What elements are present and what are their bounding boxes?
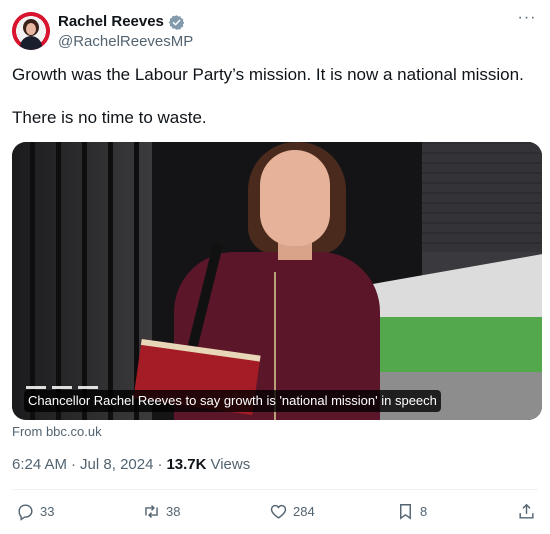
reply-count: 33 <box>40 503 55 519</box>
divider <box>12 489 538 490</box>
tweet-meta: 6:24 AM · Jul 8, 2024 · 13.7K Views <box>12 455 250 475</box>
tweet-header: Rachel Reeves @RachelReevesMP ··· <box>12 10 538 52</box>
bookmark-count: 8 <box>420 503 428 519</box>
card-pager <box>26 386 98 389</box>
link-card[interactable]: Chancellor Rachel Reeves to say growth i… <box>12 142 542 420</box>
author-handle[interactable]: @RachelReevesMP <box>58 32 193 52</box>
more-options-icon[interactable]: ··· <box>516 10 538 32</box>
bookmark-button[interactable]: 8 <box>396 498 427 524</box>
card-source[interactable]: From bbc.co.uk <box>12 424 102 440</box>
author-name-line: Rachel Reeves <box>58 12 185 32</box>
meta-separator: · <box>157 456 163 473</box>
card-caption: Chancellor Rachel Reeves to say growth i… <box>24 390 441 412</box>
bookmark-icon <box>400 503 411 520</box>
card-image-person <box>260 150 330 246</box>
meta-separator: · <box>71 456 77 473</box>
reply-button[interactable]: 33 <box>16 498 54 524</box>
tweet-text-line-2: There is no time to waste. <box>12 108 207 127</box>
repost-count: 38 <box>166 503 181 519</box>
share-icon <box>519 503 534 519</box>
tweet-text-line-1: Growth was the Labour Party’s mission. I… <box>12 65 524 84</box>
heart-icon <box>270 504 287 519</box>
avatar[interactable] <box>12 12 50 50</box>
tweet-time[interactable]: 6:24 AM <box>12 455 67 475</box>
like-count: 284 <box>293 503 315 519</box>
share-button[interactable] <box>517 498 536 524</box>
author-name[interactable]: Rachel Reeves <box>58 12 164 32</box>
verified-badge-icon <box>168 14 185 30</box>
tweet-date[interactable]: Jul 8, 2024 <box>80 455 153 475</box>
repost-icon <box>145 504 158 518</box>
action-bar: 33 38 284 8 <box>12 498 538 524</box>
views-count: 13.7K <box>166 456 207 473</box>
views-label: Views <box>210 456 251 473</box>
like-button[interactable]: 284 <box>269 498 315 524</box>
repost-button[interactable]: 38 <box>142 498 180 524</box>
reply-icon <box>18 503 33 521</box>
